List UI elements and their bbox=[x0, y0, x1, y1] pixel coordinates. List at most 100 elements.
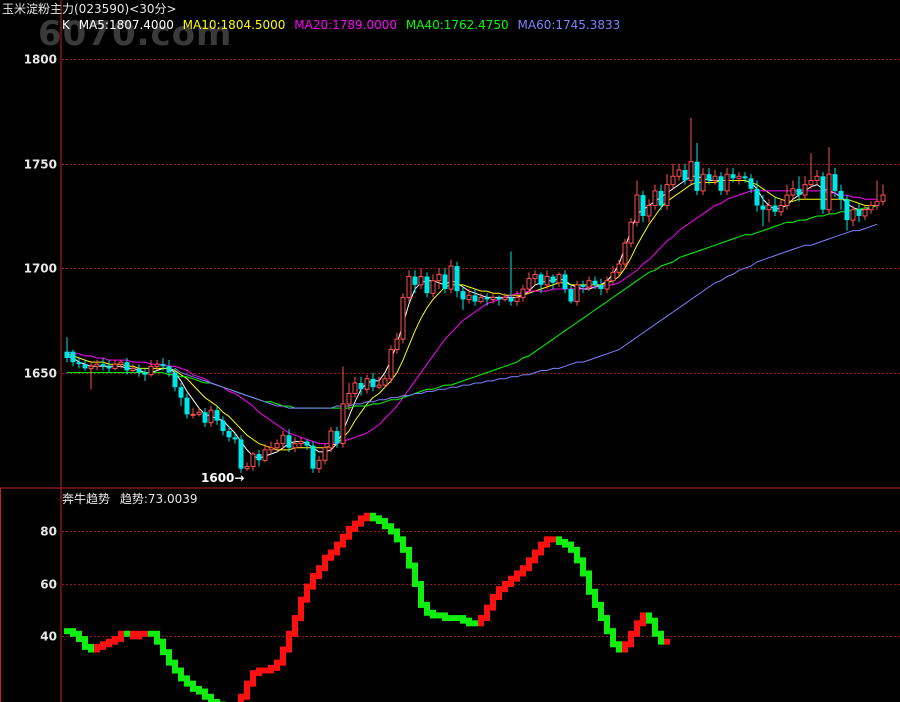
candle-body bbox=[178, 387, 184, 398]
candle-body bbox=[118, 361, 124, 365]
indicator-bar bbox=[508, 575, 514, 587]
price-tick-label: 1650 bbox=[24, 367, 57, 381]
candle-body bbox=[880, 194, 886, 202]
indicator-bar bbox=[364, 512, 370, 522]
indicator-bar bbox=[328, 549, 334, 561]
candle-body bbox=[442, 274, 448, 290]
indicator-bar bbox=[292, 615, 298, 637]
candle-body bbox=[316, 459, 322, 470]
indicator-bar bbox=[346, 525, 352, 540]
candle-body bbox=[298, 440, 304, 445]
candle-body bbox=[586, 280, 592, 288]
candle-body bbox=[622, 242, 628, 265]
candle-body bbox=[352, 382, 358, 394]
indicator-bar bbox=[274, 659, 280, 671]
candle-body bbox=[688, 161, 694, 181]
indicator-bar bbox=[340, 533, 346, 548]
indicator-bar bbox=[208, 693, 214, 702]
candle-body bbox=[646, 205, 652, 217]
candle-body bbox=[634, 194, 640, 223]
candle-body bbox=[664, 184, 670, 207]
candle-body bbox=[556, 273, 562, 284]
indicator-bar bbox=[154, 630, 160, 645]
indicator-bar bbox=[640, 612, 646, 627]
candle-body bbox=[478, 296, 484, 303]
chart-canvas[interactable]: 1650 1700 1750 1800 40 60 80 bbox=[0, 0, 900, 702]
indicator-bar bbox=[628, 630, 634, 648]
indicator-bar bbox=[478, 615, 484, 627]
candle-body bbox=[322, 447, 328, 461]
indicator-bar bbox=[382, 517, 388, 530]
legend-ma20: MA20:1789.0000 bbox=[294, 18, 398, 32]
indicator-value: 趋势:73.0039 bbox=[119, 492, 198, 506]
candle-body bbox=[460, 291, 466, 300]
candle-body bbox=[868, 205, 874, 211]
indicator-bar bbox=[442, 612, 448, 622]
candle-body bbox=[526, 278, 532, 290]
candle-body bbox=[496, 297, 502, 300]
indicator-bar bbox=[166, 649, 172, 666]
candle-body bbox=[826, 173, 832, 211]
candle-body bbox=[748, 178, 754, 189]
indicator-bar bbox=[658, 630, 664, 645]
candle-body bbox=[802, 184, 808, 196]
candle-body bbox=[292, 443, 298, 449]
indicator-bar bbox=[424, 601, 430, 616]
candle-body bbox=[244, 466, 250, 470]
low-price-annotation: 1600→ bbox=[201, 470, 245, 485]
candle-body bbox=[796, 188, 802, 196]
indicator-bar bbox=[316, 565, 322, 580]
candle-body bbox=[604, 280, 610, 290]
indicator-bar bbox=[430, 609, 436, 619]
ma-line-ma40 bbox=[67, 205, 878, 409]
candle-body bbox=[304, 441, 310, 446]
candle-body bbox=[100, 364, 106, 367]
candle-body bbox=[436, 273, 442, 282]
indicator-bar bbox=[202, 688, 208, 700]
candle-body bbox=[484, 297, 490, 300]
indicator-bar bbox=[358, 515, 364, 527]
indicator-bar bbox=[406, 546, 412, 569]
indicator-bar bbox=[118, 630, 124, 643]
candle-body bbox=[502, 296, 508, 300]
price-tick-label: 1800 bbox=[24, 53, 57, 67]
indicator-bar bbox=[244, 680, 250, 700]
indicator-bar bbox=[538, 541, 544, 556]
candle-body bbox=[172, 372, 178, 388]
indicator-bar bbox=[598, 601, 604, 622]
candle-body bbox=[508, 297, 514, 302]
candle-body bbox=[616, 263, 622, 273]
candle-body bbox=[808, 179, 814, 186]
candle-body bbox=[700, 173, 706, 192]
indicator-bar bbox=[352, 520, 358, 532]
indicator-bar bbox=[460, 615, 466, 624]
candle-body bbox=[670, 175, 676, 186]
indicator-bar bbox=[238, 693, 244, 702]
indicator-legend: 奔牛趋势 趋势:73.0039 bbox=[62, 490, 204, 507]
candle-body bbox=[154, 363, 160, 367]
candle-body bbox=[160, 364, 166, 367]
indicator-bar bbox=[298, 596, 304, 622]
candle-body bbox=[232, 437, 238, 440]
indicator-bar bbox=[634, 620, 640, 637]
indicator-bar bbox=[526, 557, 532, 572]
candle-body bbox=[514, 296, 520, 303]
candle-body bbox=[640, 195, 646, 216]
candle-body bbox=[736, 175, 742, 179]
indicator-bar bbox=[106, 638, 112, 648]
legend-k: K bbox=[62, 18, 70, 32]
legend-ma40: MA40:1762.4750 bbox=[405, 18, 509, 32]
candle-body bbox=[220, 420, 226, 432]
candle-body bbox=[850, 209, 856, 221]
indicator-bar bbox=[304, 583, 310, 603]
indicator-bar bbox=[310, 573, 316, 590]
indicator-bar bbox=[568, 541, 574, 553]
indicator-bar bbox=[604, 615, 610, 635]
indicator-bar bbox=[256, 667, 262, 677]
indicator-bar bbox=[94, 643, 100, 653]
indicator-bar bbox=[136, 630, 142, 640]
indicator-bar bbox=[88, 643, 94, 653]
candle-body bbox=[832, 174, 838, 191]
candle-body bbox=[148, 365, 154, 376]
indicator-bar bbox=[502, 580, 508, 593]
